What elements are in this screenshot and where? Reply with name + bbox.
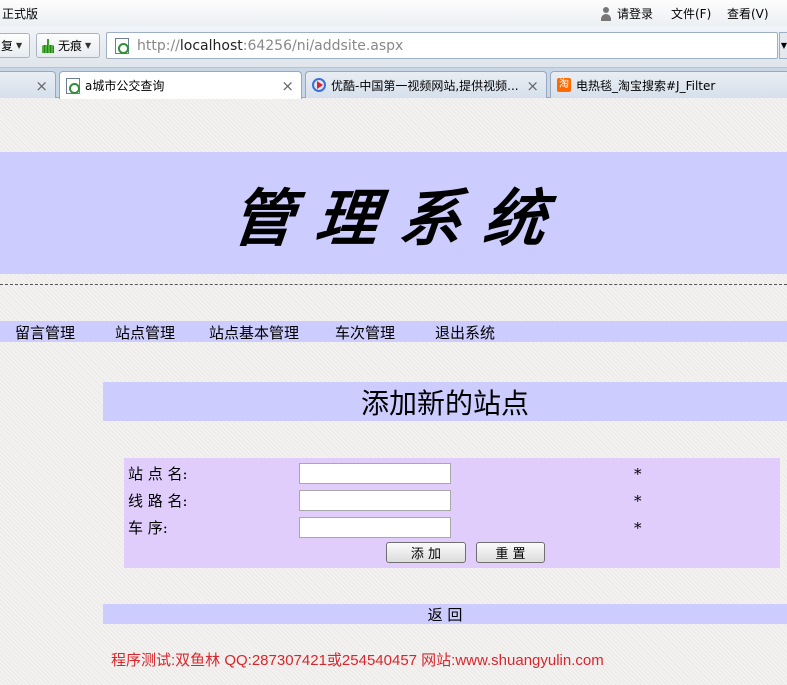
private-mode-button[interactable]: 无痕 ▼	[36, 33, 100, 58]
required-marker: *	[634, 492, 642, 510]
menu-file[interactable]: 文件(F)	[671, 5, 711, 22]
tab-bus-query[interactable]: a城市公交查询 ×	[59, 71, 302, 99]
close-icon[interactable]: ×	[526, 77, 539, 95]
nav-bar: 留言管理 站点管理 站点基本管理 车次管理 退出系统	[0, 321, 787, 342]
stop-order-input[interactable]	[299, 517, 451, 538]
page-icon	[66, 77, 80, 94]
required-marker: *	[634, 465, 642, 483]
dashed-divider	[0, 284, 787, 285]
url-text: http://localhost:64256/ni/addsite.aspx	[137, 37, 404, 54]
close-icon[interactable]: ×	[281, 77, 294, 95]
page-icon	[115, 37, 129, 54]
chevron-down-icon: ▼	[85, 41, 92, 50]
browser-toolbar: 复 ▼ 无痕 ▼ http://localhost:64256/ni/addsi…	[0, 26, 787, 68]
login-label: 请登录	[617, 7, 654, 21]
broom-icon	[41, 38, 55, 53]
login-link[interactable]: 请登录	[599, 5, 653, 22]
page-title: 添加新的站点	[360, 386, 529, 420]
restore-label: 复	[1, 39, 14, 53]
return-link[interactable]: 返 回	[103, 604, 787, 624]
tab-label: 优酷-中国第一视频网站,提供视频...	[331, 78, 519, 93]
nav-message-management[interactable]: 留言管理	[15, 322, 75, 343]
address-dropdown-button[interactable]: ▼	[779, 32, 787, 59]
banner: 管理系统	[0, 152, 787, 274]
stop-order-label: 车 序:	[128, 519, 168, 537]
footer-credits: 程序测试:双鱼林 QQ:287307421或254540457 网站:www.s…	[111, 652, 604, 669]
play-icon	[312, 78, 326, 92]
line-name-label: 线 路 名:	[128, 492, 188, 510]
banner-title: 管理系统	[228, 182, 572, 255]
tab-youku[interactable]: 优酷-中国第一视频网站,提供视频... ×	[305, 71, 547, 98]
nav-logout[interactable]: 退出系统	[435, 322, 495, 343]
browser-edition-label: 正式版	[2, 7, 39, 21]
private-mode-label: 无痕	[58, 39, 83, 53]
site-name-input[interactable]	[299, 463, 451, 484]
tab-label: a城市公交查询	[85, 79, 165, 93]
tab-label: 电热毯_淘宝搜索#J_Filter	[576, 78, 716, 93]
person-icon	[599, 6, 613, 21]
restore-button[interactable]: 复 ▼	[0, 33, 30, 58]
taobao-icon: 淘	[557, 78, 571, 92]
add-site-form: 站 点 名: * 线 路 名: * 车 序: * 添 加 重 置	[124, 458, 780, 568]
nav-trip-management[interactable]: 车次管理	[335, 322, 395, 343]
line-name-input[interactable]	[299, 490, 451, 511]
chevron-down-icon: ▼	[16, 41, 23, 50]
page-heading: 添加新的站点	[103, 382, 787, 421]
browser-title-bar: 正式版 请登录 文件(F) 查看(V)	[0, 0, 787, 26]
reset-button[interactable]: 重 置	[476, 542, 545, 563]
site-name-label: 站 点 名:	[128, 465, 188, 483]
nav-site-management[interactable]: 站点管理	[115, 322, 175, 343]
menu-view[interactable]: 查看(V)	[727, 5, 769, 22]
add-button[interactable]: 添 加	[386, 542, 466, 563]
tab-previous[interactable]: ×	[0, 71, 56, 98]
chevron-down-icon: ▼	[780, 41, 787, 50]
required-marker: *	[634, 519, 642, 537]
close-icon[interactable]: ×	[35, 77, 48, 95]
nav-site-basic-management[interactable]: 站点基本管理	[209, 322, 299, 343]
address-bar[interactable]: http://localhost:64256/ni/addsite.aspx	[106, 32, 778, 59]
tab-taobao[interactable]: 淘 电热毯_淘宝搜索#J_Filter	[550, 71, 787, 98]
tab-strip: × a城市公交查询 × 优酷-中国第一视频网站,提供视频... × 淘 电热毯_…	[0, 68, 787, 99]
